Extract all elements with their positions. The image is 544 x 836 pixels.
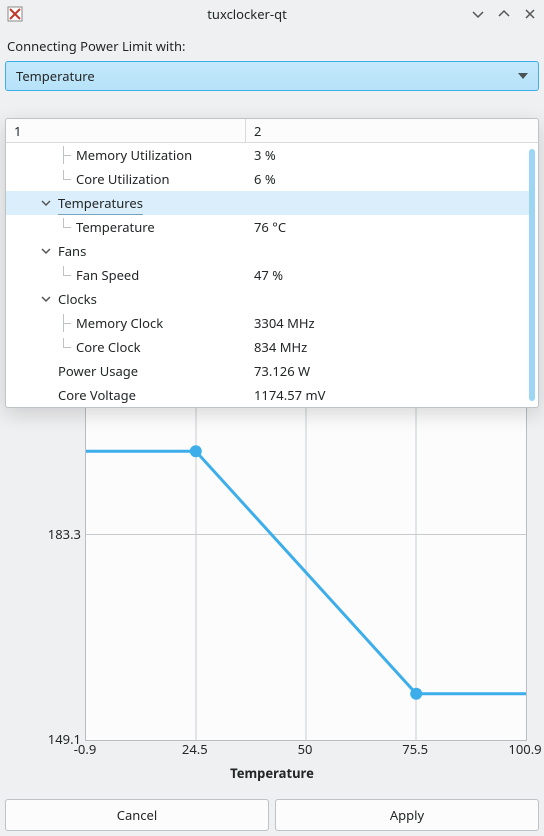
- tree-row[interactable]: Core Voltage 1174.57 mV: [6, 383, 530, 407]
- tree-leaf-label: Temperature: [76, 218, 155, 236]
- chevron-down-icon[interactable]: [40, 245, 52, 257]
- tree-leaf-label: Fan Speed: [76, 266, 139, 284]
- tree-item-value: 1174.57 mV: [246, 386, 530, 404]
- tree-header-col1[interactable]: 1: [6, 119, 246, 142]
- tree-leaf-value: 47 %: [246, 266, 530, 284]
- maximize-icon[interactable]: [496, 6, 512, 22]
- tree-leaf-value: 834 MHz: [246, 338, 530, 356]
- tree-row[interactable]: Power Usage 73.126 W: [6, 359, 530, 383]
- tree-row[interactable]: Temperature 76 °C: [6, 215, 530, 239]
- tree-leaf-label: Core Utilization: [76, 170, 170, 188]
- titlebar: tuxclocker-qt: [0, 0, 544, 28]
- chevron-down-icon[interactable]: [40, 197, 52, 209]
- tree-leaf-label: Memory Clock: [76, 314, 163, 332]
- combo-popup: 1 2 Memory Utilization 3 % Core Utilizatio…: [5, 118, 539, 408]
- combo-value: Temperature: [16, 67, 95, 85]
- dialog-buttons: Cancel Apply: [5, 799, 539, 831]
- app-icon: [6, 5, 24, 23]
- tree-group-label: Clocks: [58, 290, 97, 308]
- tree-leaf-label: Memory Utilization: [76, 146, 192, 164]
- tree-leaf-value: 3 %: [246, 146, 530, 164]
- cancel-button[interactable]: Cancel: [5, 799, 269, 831]
- tree-scrollbar[interactable]: [529, 149, 535, 401]
- tree-row[interactable]: Core Utilization 6 %: [6, 167, 530, 191]
- source-combo[interactable]: Temperature: [5, 61, 539, 91]
- tree-item-label: Power Usage: [58, 362, 138, 380]
- tree-row[interactable]: Clocks: [6, 287, 530, 311]
- chevron-down-icon[interactable]: [40, 293, 52, 305]
- tree-leaf-value: 6 %: [246, 170, 530, 188]
- x-tick: 75.5: [402, 740, 428, 758]
- x-tick: -0.9: [74, 740, 97, 758]
- tree-row[interactable]: Fans: [6, 239, 530, 263]
- window-title: tuxclocker-qt: [30, 5, 464, 23]
- tree-leaf-value: 3304 MHz: [246, 314, 530, 332]
- tree-item-label: Core Voltage: [58, 386, 136, 404]
- x-tick: 100.9: [508, 740, 541, 758]
- y-tick: 183.3: [21, 525, 81, 543]
- tree-leaf-label: Core Clock: [76, 338, 141, 356]
- x-axis-label: Temperature: [230, 764, 314, 782]
- tree-row[interactable]: Memory Utilization 3 %: [6, 143, 530, 167]
- tree-body: Memory Utilization 3 % Core Utilization 6 %…: [6, 143, 538, 407]
- tree-row[interactable]: Core Clock 834 MHz: [6, 335, 530, 359]
- close-icon[interactable]: [522, 6, 538, 22]
- tree-group-label: Temperatures: [58, 194, 143, 212]
- tree-item-value: 73.126 W: [246, 362, 530, 380]
- y-tick: 149.1: [21, 730, 81, 748]
- minimize-icon[interactable]: [470, 6, 486, 22]
- tree-header-col2[interactable]: 2: [246, 119, 538, 142]
- tree-header: 1 2: [6, 119, 538, 143]
- prompt-label: Connecting Power Limit with:: [5, 33, 539, 61]
- tree-leaf-value: 76 °C: [246, 218, 530, 236]
- tree-group-label: Fans: [58, 242, 86, 260]
- x-tick: 24.5: [182, 740, 208, 758]
- x-tick: 50: [298, 740, 313, 758]
- tree-row[interactable]: Memory Clock 3304 MHz: [6, 311, 530, 335]
- apply-button[interactable]: Apply: [275, 799, 539, 831]
- tree-row[interactable]: Fan Speed 47 %: [6, 263, 530, 287]
- tree-row[interactable]: Temperatures: [6, 191, 530, 215]
